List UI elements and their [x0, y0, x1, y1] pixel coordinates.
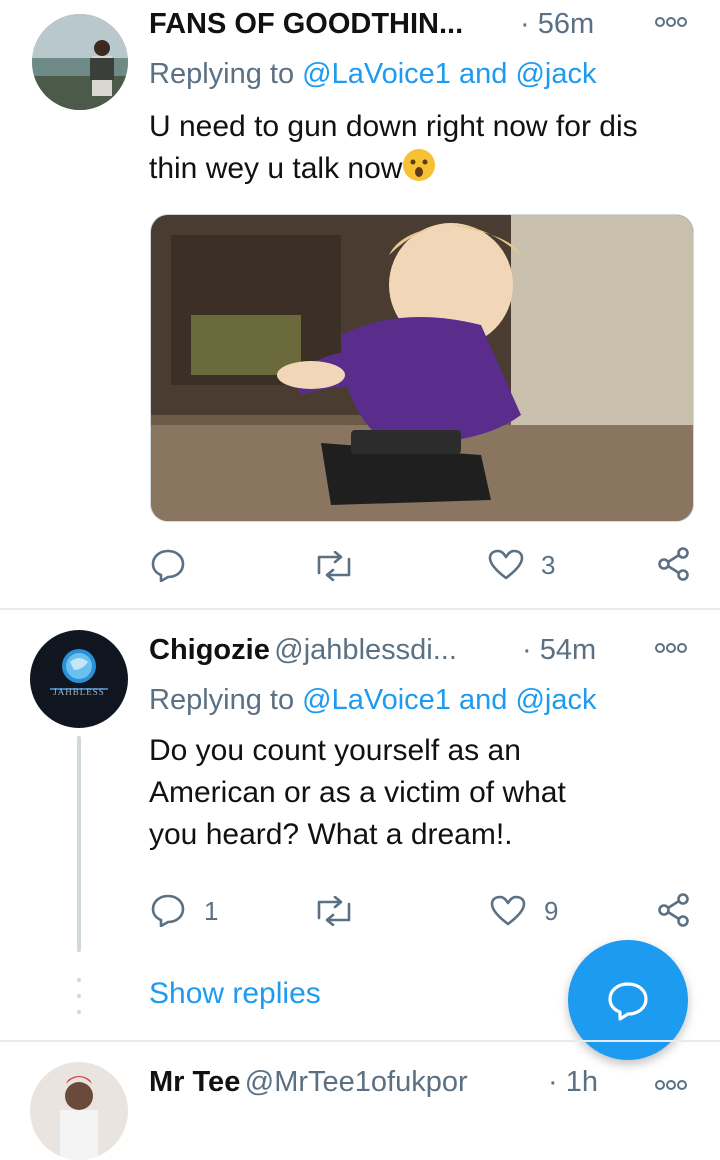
timestamp: 54m [539, 634, 597, 666]
separator-dot: · [520, 8, 530, 40]
like-count: 9 [544, 896, 559, 926]
and-label: and [459, 58, 508, 90]
tweet-text: Do you count yourself as an American or … [149, 730, 689, 856]
more-options-icon[interactable] [654, 12, 688, 35]
more-options-icon[interactable] [654, 1075, 688, 1098]
avatar[interactable]: JAHBLESS [30, 630, 128, 728]
mention-link[interactable]: @LaVoice1 [302, 58, 451, 90]
replying-label: Replying to [149, 684, 295, 716]
more-options-icon[interactable] [654, 638, 688, 661]
tweet-text-content: U need to gun down right now for dis thi… [149, 110, 638, 185]
tweet-separator [0, 1040, 720, 1042]
replying-to: Replying to @LaVoice1 and @jack [149, 58, 596, 91]
tweet-text-line: you heard? What a dream!. [149, 818, 513, 851]
author-line: Chigozie @jahblessdi... [149, 634, 457, 667]
tweet-image[interactable] [150, 214, 694, 522]
mention-link[interactable]: @jack [515, 58, 596, 90]
retweet-icon[interactable] [313, 895, 355, 931]
avatar-image [32, 14, 128, 110]
thread-more-dots [77, 976, 81, 1021]
and-label: and [459, 684, 508, 716]
compose-reply-button[interactable] [568, 940, 688, 1060]
author-handle[interactable]: @jahblessdi... [274, 634, 457, 666]
separator-dot: · [548, 1066, 558, 1098]
tweet-separator [0, 608, 720, 610]
author-name[interactable]: Chigozie [149, 634, 270, 666]
mention-link[interactable]: @LaVoice1 [302, 684, 451, 716]
tweet-time: · 56m [520, 8, 594, 41]
avatar-image [30, 630, 128, 728]
reply-icon[interactable] [150, 893, 186, 932]
share-icon[interactable] [657, 893, 691, 932]
replying-label: Replying to [149, 58, 295, 90]
hushed-face-emoji [402, 148, 436, 194]
avatar-logo-text: JAHBLESS [53, 687, 105, 697]
author-name[interactable]: Mr Tee [149, 1066, 240, 1098]
author-name[interactable]: FANS OF GOODTHIN... [149, 8, 463, 41]
tweet-text: U need to gun down right now for dis thi… [149, 106, 689, 194]
tweet-text-line: American or as a victim of what [149, 776, 566, 809]
like-count: 3 [541, 550, 556, 580]
thread-line [77, 736, 81, 952]
avatar[interactable] [32, 14, 128, 110]
show-replies-link[interactable]: Show replies [149, 977, 321, 1011]
separator-dot: · [522, 634, 532, 666]
reply-bubble-icon [608, 982, 648, 1021]
avatar-image [30, 1062, 128, 1160]
timestamp: 1h [565, 1066, 598, 1098]
child-reaching-for-gun-image [151, 215, 693, 521]
reply-icon[interactable] [150, 548, 186, 587]
author-handle[interactable]: @MrTee1ofukpor [245, 1066, 468, 1098]
replying-to: Replying to @LaVoice1 and @jack [149, 684, 596, 717]
retweet-icon[interactable] [313, 550, 355, 586]
reply-count: 1 [204, 896, 219, 926]
share-icon[interactable] [657, 547, 691, 586]
mention-link[interactable]: @jack [515, 684, 596, 716]
tweet-time: · 1h [548, 1066, 598, 1099]
like-icon[interactable] [490, 895, 526, 932]
tweet-text-line: Do you count yourself as an [149, 734, 521, 767]
timestamp: 56m [537, 8, 595, 40]
author-line: Mr Tee @MrTee1ofukpor [149, 1066, 468, 1099]
tweet-time: · 54m [522, 634, 596, 667]
like-icon[interactable] [488, 549, 524, 586]
avatar[interactable] [30, 1062, 128, 1160]
